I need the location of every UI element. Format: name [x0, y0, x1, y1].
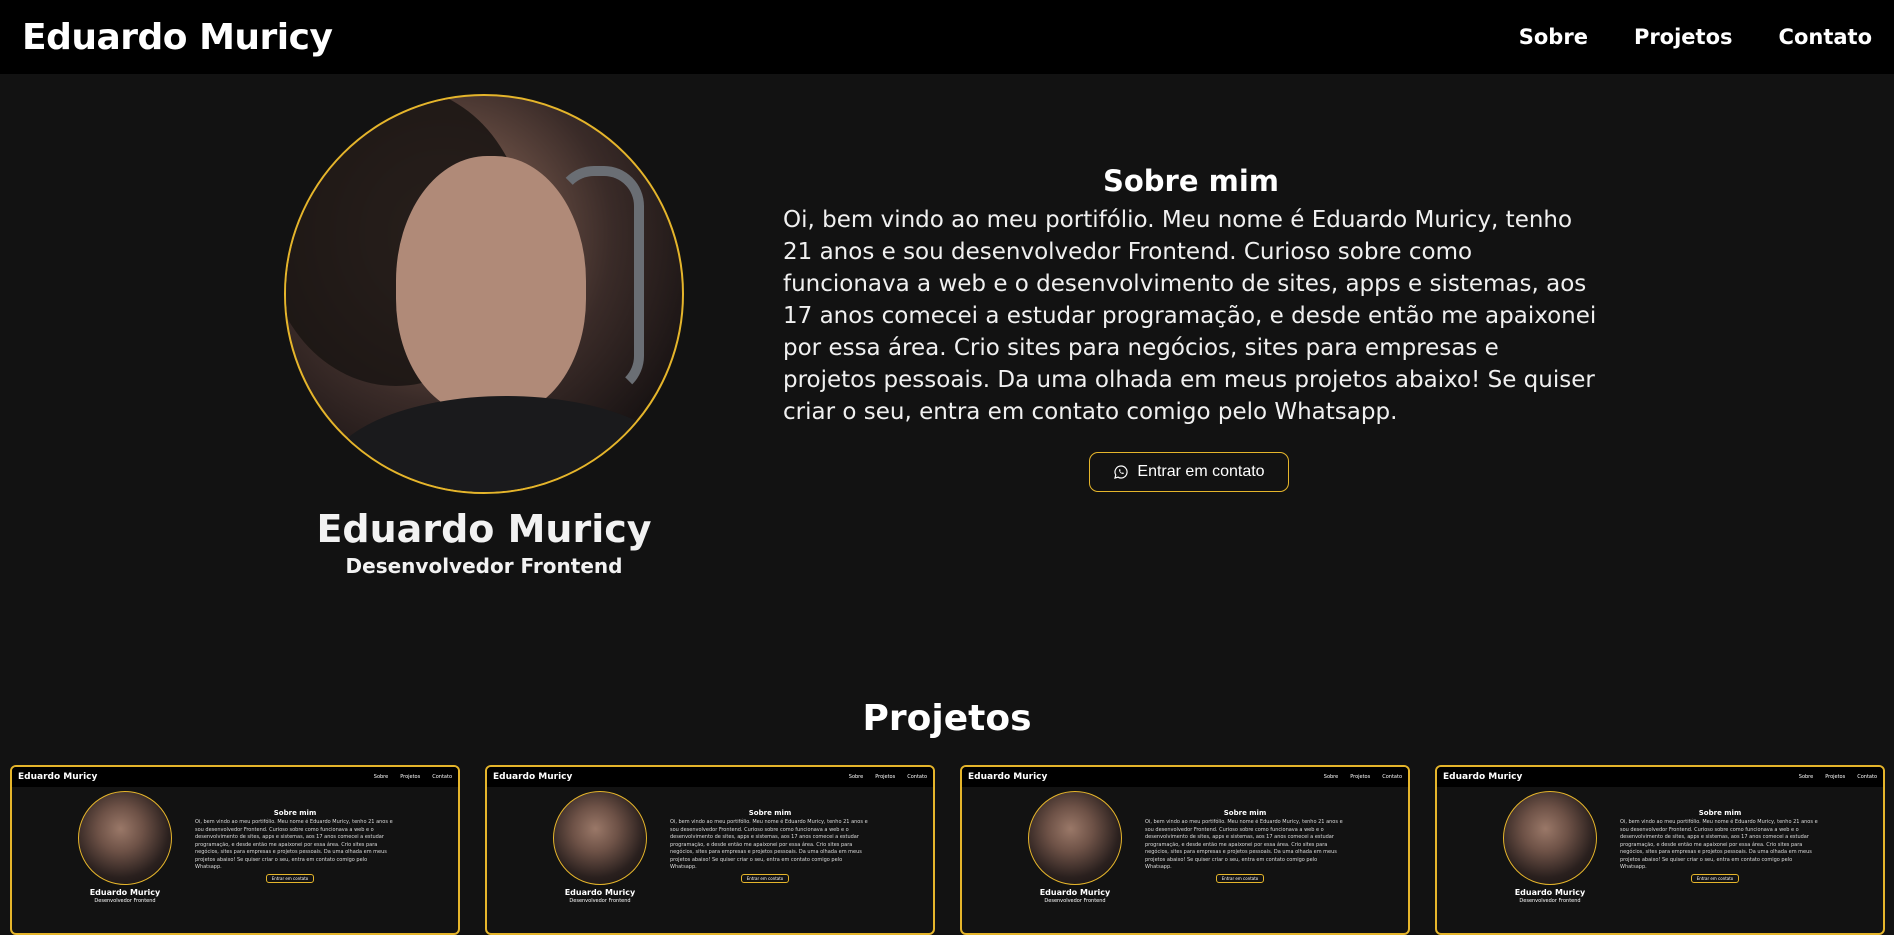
project-thumbnail-about: Sobre mim Oi, bem vindo ao meu portifóli…: [1620, 809, 1820, 872]
project-thumbnail-nav-item: Sobre: [373, 774, 389, 780]
project-thumbnail-about: Sobre mim Oi, bem vindo ao meu portifóli…: [670, 809, 870, 872]
project-thumbnail-about-text: Oi, bem vindo ao meu portifólio. Meu nom…: [1145, 819, 1343, 870]
project-thumbnail-role: Desenvolvedor Frontend: [1519, 898, 1581, 904]
whatsapp-icon: [1114, 465, 1129, 479]
profile-role: Desenvolvedor Frontend: [345, 554, 623, 578]
project-thumbnail-header: Eduardo Muricy Sobre Projetos Contato: [12, 767, 458, 787]
contact-button-label: Entrar em contato: [1137, 463, 1265, 480]
project-thumbnail-name: Eduardo Muricy: [564, 888, 636, 897]
project-card[interactable]: Eduardo Muricy Sobre Projetos Contato Ed…: [485, 765, 935, 935]
nav-link-contato[interactable]: Contato: [1779, 25, 1872, 49]
profile-photo: [284, 94, 684, 494]
project-thumbnail-nav-item: Projetos: [400, 774, 421, 780]
project-thumbnail-brand: Eduardo Muricy: [968, 772, 1048, 782]
about-title: Sobre mim: [1102, 164, 1279, 198]
project-thumbnail-nav-item: Contato: [907, 774, 927, 780]
project-thumbnail-nav-item: Contato: [1382, 774, 1402, 780]
project-thumbnail-about-text: Oi, bem vindo ao meu portifólio. Meu nom…: [1620, 819, 1818, 870]
project-thumbnail-about-title: Sobre mim: [1698, 809, 1742, 817]
project-thumbnail-header: Eduardo Muricy Sobre Projetos Contato: [962, 767, 1408, 787]
project-thumbnail-button: Entrar em contato: [741, 874, 789, 883]
projects-title: Projetos: [862, 698, 1032, 739]
project-thumbnail-role: Desenvolvedor Frontend: [1044, 898, 1106, 904]
main-nav: Sobre Projetos Contato: [1519, 25, 1872, 49]
project-thumbnail-nav-item: Projetos: [1350, 774, 1371, 780]
project-thumbnail-photo: [553, 791, 647, 885]
projects-list: Eduardo Muricy Sobre Projetos Contato Ed…: [10, 765, 1885, 935]
project-thumbnail-role: Desenvolvedor Frontend: [569, 898, 631, 904]
project-thumbnail-about: Sobre mim Oi, bem vindo ao meu portifóli…: [1145, 809, 1345, 872]
project-thumbnail-nav: Sobre Projetos Contato: [1799, 774, 1877, 780]
project-thumbnail-nav-item: Sobre: [1323, 774, 1339, 780]
project-thumbnail-nav-item: Contato: [432, 774, 452, 780]
project-thumbnail-about-title: Sobre mim: [273, 809, 317, 817]
project-thumbnail-about-title: Sobre mim: [1223, 809, 1267, 817]
project-thumbnail-photo: [1028, 791, 1122, 885]
nav-link-projetos[interactable]: Projetos: [1634, 25, 1733, 49]
about-section: Sobre mim Oi, bem vindo ao meu portifóli…: [783, 164, 1599, 428]
project-thumbnail-nav-item: Projetos: [1825, 774, 1846, 780]
project-thumbnail-header: Eduardo Muricy Sobre Projetos Contato: [487, 767, 933, 787]
project-card[interactable]: Eduardo Muricy Sobre Projetos Contato Ed…: [10, 765, 460, 935]
nav-link-sobre[interactable]: Sobre: [1519, 25, 1588, 49]
project-thumbnail-button: Entrar em contato: [1691, 874, 1739, 883]
project-thumbnail-name: Eduardo Muricy: [89, 888, 161, 897]
project-thumbnail-nav-item: Contato: [1857, 774, 1877, 780]
project-thumbnail-brand: Eduardo Muricy: [18, 772, 98, 782]
project-thumbnail-nav-item: Sobre: [848, 774, 864, 780]
project-thumbnail-nav: Sobre Projetos Contato: [1324, 774, 1402, 780]
project-thumbnail-photo: [78, 791, 172, 885]
project-thumbnail-name: Eduardo Muricy: [1039, 888, 1111, 897]
contact-button[interactable]: Entrar em contato: [1089, 452, 1289, 492]
project-thumbnail-brand: Eduardo Muricy: [1443, 772, 1523, 782]
project-thumbnail-role: Desenvolvedor Frontend: [94, 898, 156, 904]
project-thumbnail-about-text: Oi, bem vindo ao meu portifólio. Meu nom…: [195, 819, 393, 870]
project-thumbnail-button: Entrar em contato: [266, 874, 314, 883]
project-thumbnail-about-title: Sobre mim: [748, 809, 792, 817]
project-thumbnail-nav: Sobre Projetos Contato: [374, 774, 452, 780]
project-thumbnail-name: Eduardo Muricy: [1514, 888, 1586, 897]
project-thumbnail-photo: [1503, 791, 1597, 885]
about-text: Oi, bem vindo ao meu portifólio. Meu nom…: [783, 207, 1597, 425]
project-card[interactable]: Eduardo Muricy Sobre Projetos Contato Ed…: [1435, 765, 1885, 935]
project-thumbnail-nav-item: Sobre: [1798, 774, 1814, 780]
project-card[interactable]: Eduardo Muricy Sobre Projetos Contato Ed…: [960, 765, 1410, 935]
brand-logo[interactable]: Eduardo Muricy: [22, 17, 333, 58]
profile-name: Eduardo Muricy: [316, 507, 652, 551]
project-thumbnail-brand: Eduardo Muricy: [493, 772, 573, 782]
project-thumbnail-header: Eduardo Muricy Sobre Projetos Contato: [1437, 767, 1883, 787]
project-thumbnail-about: Sobre mim Oi, bem vindo ao meu portifóli…: [195, 809, 395, 872]
project-thumbnail-nav-item: Projetos: [875, 774, 896, 780]
project-thumbnail-button: Entrar em contato: [1216, 874, 1264, 883]
project-thumbnail-about-text: Oi, bem vindo ao meu portifólio. Meu nom…: [670, 819, 868, 870]
project-thumbnail-nav: Sobre Projetos Contato: [849, 774, 927, 780]
site-header: Eduardo Muricy Sobre Projetos Contato: [0, 0, 1894, 74]
